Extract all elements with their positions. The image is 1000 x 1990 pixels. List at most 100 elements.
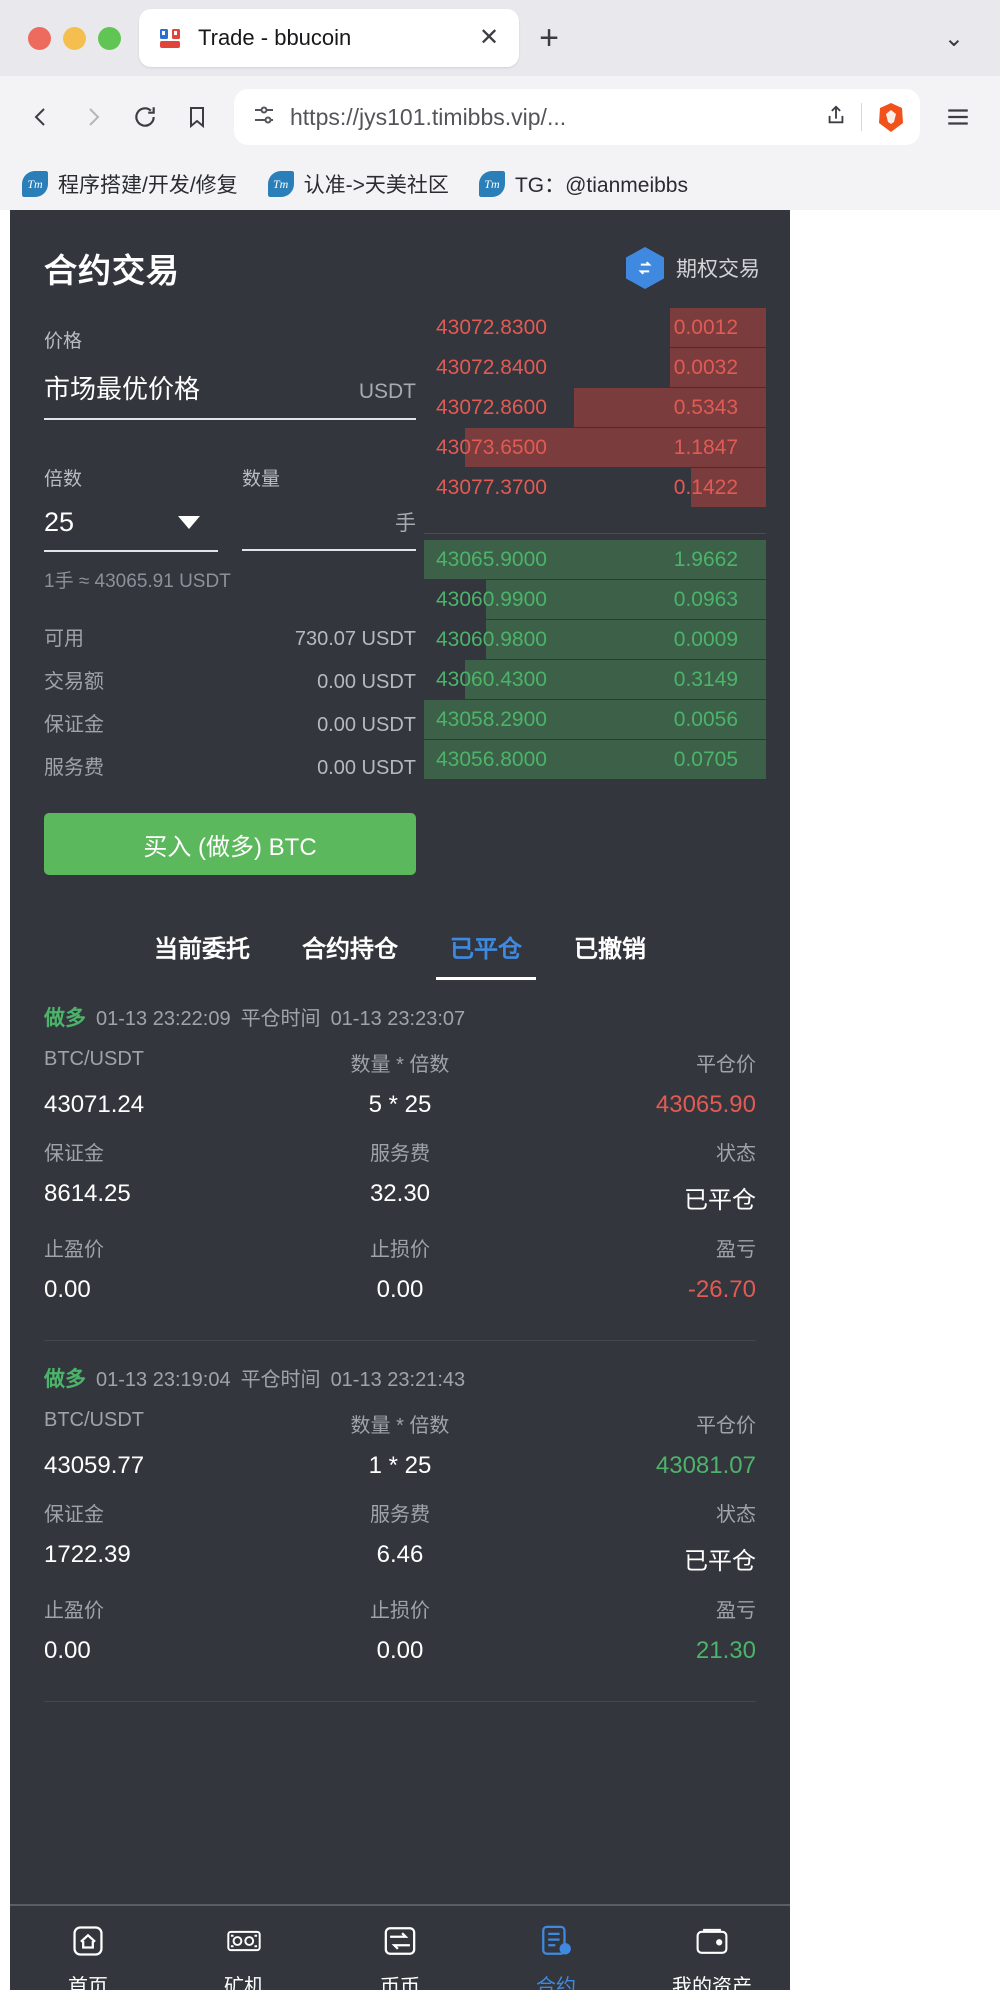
- summary-label: 可用: [44, 628, 84, 650]
- nav-item-home[interactable]: 首页: [10, 1922, 166, 1990]
- order-book-row[interactable]: 43073.6500 1.1847: [424, 428, 766, 467]
- order-book-row[interactable]: 43072.8300 0.0012: [424, 308, 766, 347]
- site-settings-icon[interactable]: [252, 103, 276, 132]
- order-book-row[interactable]: 43072.8400 0.0032: [424, 348, 766, 387]
- bid-amount: 0.3149: [673, 667, 738, 691]
- tm-icon: Tm: [22, 171, 48, 197]
- ask-price: 43073.6500: [436, 435, 547, 459]
- position-record[interactable]: 做多 01-13 23:19:04 平仓时间 01-13 23:21:43 BT…: [44, 1341, 756, 1702]
- bookmark-item[interactable]: Tm TG：@tianmeibbs: [478, 169, 688, 199]
- margin-label: 保证金: [44, 1504, 104, 1526]
- order-book-row[interactable]: 43060.9800 0.0009: [424, 620, 766, 659]
- swap-icon: [626, 247, 664, 289]
- summary-row: 交易额 0.00 USDT: [44, 658, 416, 701]
- close-price-value: 43065.90: [655, 1091, 756, 1118]
- nav-label: 币币: [380, 1975, 420, 1990]
- quantity-input[interactable]: 手: [242, 507, 416, 551]
- browser-tab[interactable]: Trade - bbucoin ✕: [139, 9, 519, 67]
- brave-lion-icon[interactable]: [876, 101, 906, 133]
- status-badge: 已平仓: [683, 1548, 756, 1575]
- tab-cancelled[interactable]: 已撤销: [574, 929, 646, 980]
- summary-value: 0.00 USDT: [317, 757, 416, 779]
- close-window-button[interactable]: [28, 26, 51, 50]
- bid-amount: 0.0009: [673, 627, 738, 651]
- leverage-select[interactable]: 25: [44, 507, 218, 552]
- option-trade-link[interactable]: 期权交易: [626, 247, 760, 289]
- bookmark-label: 程序搭建/开发/修复: [58, 174, 238, 197]
- bbucoin-favicon-icon: [157, 25, 184, 52]
- fee-label: 服务费: [369, 1504, 430, 1526]
- order-book-row[interactable]: 43077.3700 0.1422: [424, 468, 766, 507]
- bookmark-item[interactable]: Tm 程序搭建/开发/修复: [22, 169, 238, 199]
- bookmark-icon[interactable]: [174, 94, 220, 140]
- back-icon[interactable]: [18, 94, 64, 140]
- nav-item-assets[interactable]: 我的资产: [634, 1922, 790, 1990]
- fee-value: 6.46: [376, 1541, 424, 1568]
- record-grid: BTC/USDT 数量 * 倍数 平仓价 43059.77 1 * 25 430…: [44, 1409, 756, 1683]
- option-trade-label: 期权交易: [676, 258, 760, 281]
- pair-label: BTC/USDT: [44, 1048, 144, 1070]
- trading-app: 合约交易 期权交易 价格 市场最优价格 USDT 倍数 25 数量 手 1手 ≈…: [10, 210, 790, 1990]
- close-tab-button[interactable]: ✕: [475, 26, 503, 50]
- nav-label: 我的资产: [672, 1975, 752, 1990]
- buy-long-button[interactable]: 买入 (做多) BTC: [44, 813, 416, 875]
- summary-value: 730.07 USDT: [294, 628, 416, 650]
- ask-price: 43077.3700: [436, 475, 547, 499]
- fee-label: 服务费: [369, 1143, 430, 1165]
- position-side: 做多: [44, 1007, 86, 1030]
- url-text[interactable]: https://jys101.timibbs.vip/...: [290, 104, 811, 131]
- order-summary: 可用 730.07 USDT 交易额 0.00 USDT 保证金 0.00 US…: [44, 615, 416, 787]
- new-tab-button[interactable]: +: [519, 21, 579, 55]
- share-icon[interactable]: [825, 103, 847, 132]
- price-unit: USDT: [358, 380, 416, 403]
- qty-lev-label: 数量 * 倍数: [350, 1054, 450, 1076]
- position-record[interactable]: 做多 01-13 23:22:09 平仓时间 01-13 23:23:07 BT…: [44, 980, 756, 1341]
- bookmarks-bar: Tm 程序搭建/开发/修复 Tm 认准->天美社区 Tm TG：@tianmei…: [0, 158, 1000, 210]
- ask-amount: 1.1847: [673, 435, 738, 459]
- order-book-row[interactable]: 43065.9000 1.9662: [424, 540, 766, 579]
- bid-price: 43060.4300: [436, 667, 547, 691]
- ask-amount: 0.5343: [673, 395, 738, 419]
- bid-price: 43058.2900: [436, 707, 547, 731]
- take-profit-label: 止盈价: [44, 1600, 104, 1622]
- minimize-window-button[interactable]: [63, 26, 86, 50]
- reload-icon[interactable]: [122, 94, 168, 140]
- order-book: 43072.8300 0.0012 43072.8400 0.0032 4307…: [424, 292, 766, 875]
- pnl-value: 21.30: [695, 1637, 756, 1664]
- window-traffic-lights[interactable]: [14, 26, 139, 50]
- maximize-window-button[interactable]: [98, 26, 121, 50]
- bookmark-item[interactable]: Tm 认准->天美社区: [267, 169, 449, 199]
- order-book-row[interactable]: 43072.8600 0.5343: [424, 388, 766, 427]
- nav-item-coin[interactable]: 币币: [322, 1922, 478, 1990]
- hamburger-menu-icon[interactable]: [934, 104, 982, 130]
- leverage-group: 倍数 25: [44, 464, 218, 552]
- bid-amount: 0.0056: [673, 707, 738, 731]
- close-price-value: 43081.07: [655, 1452, 756, 1479]
- address-bar[interactable]: https://jys101.timibbs.vip/...: [234, 89, 920, 145]
- nav-item-miner[interactable]: 矿机: [166, 1922, 322, 1990]
- forward-icon[interactable]: [70, 94, 116, 140]
- nav-item-contract[interactable]: 合约: [478, 1922, 634, 1990]
- order-book-row[interactable]: 43060.9900 0.0963: [424, 580, 766, 619]
- browser-chrome: Trade - bbucoin ✕ + ⌄ https://jys101.tim…: [0, 0, 1000, 210]
- tab-closed-positions[interactable]: 已平仓: [436, 929, 536, 980]
- order-book-row[interactable]: 43060.4300 0.3149: [424, 660, 766, 699]
- ask-price: 43072.8300: [436, 315, 547, 339]
- bid-amount: 0.0705: [673, 747, 738, 771]
- order-book-asks: 43072.8300 0.0012 43072.8400 0.0032 4307…: [424, 308, 766, 507]
- bid-amount: 0.0963: [673, 587, 738, 611]
- close-price-label: 平仓价: [695, 1054, 756, 1076]
- order-book-row[interactable]: 43056.8000 0.0705: [424, 740, 766, 779]
- lot-size-hint: 1手 ≈ 43065.91 USDT: [44, 571, 231, 592]
- ask-amount: 0.0012: [673, 315, 738, 339]
- status-badge: 已平仓: [683, 1187, 756, 1214]
- tab-open-positions[interactable]: 合约持仓: [302, 929, 398, 980]
- pair-label: BTC/USDT: [44, 1409, 144, 1431]
- chevron-down-icon[interactable]: ⌄: [944, 24, 986, 53]
- tab-current-orders[interactable]: 当前委托: [154, 929, 250, 980]
- price-input[interactable]: 市场最优价格 USDT: [44, 369, 416, 420]
- order-book-bids: 43065.9000 1.9662 43060.9900 0.0963 4306…: [424, 540, 766, 779]
- summary-label: 服务费: [44, 757, 104, 779]
- order-book-row[interactable]: 43058.2900 0.0056: [424, 700, 766, 739]
- home-icon: [71, 1922, 105, 1960]
